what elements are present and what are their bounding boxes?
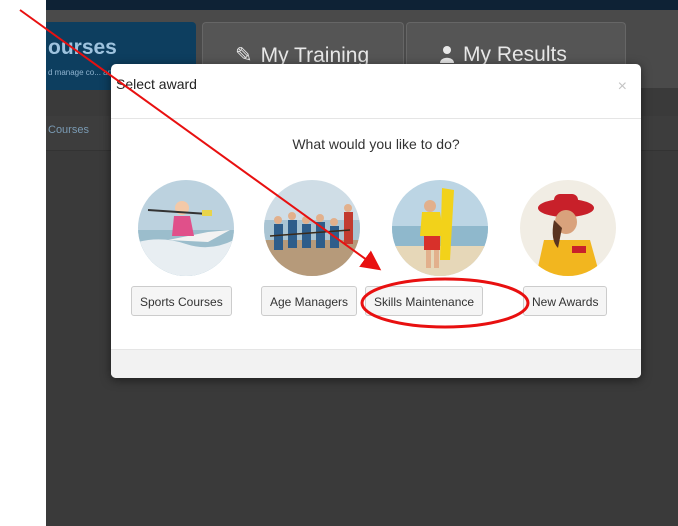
lifeguard-in-hat-photo xyxy=(520,180,616,276)
modal-header: Select award × xyxy=(111,64,641,119)
new-awards-button[interactable]: New Awards xyxy=(523,286,608,316)
option-skills-maintenance xyxy=(385,180,495,276)
modal-question: What would you like to do? xyxy=(292,136,460,152)
age-managers-button[interactable]: Age Managers xyxy=(261,286,358,316)
modal-title: Select award xyxy=(116,76,197,92)
option-sports-courses xyxy=(131,180,241,276)
top-bar xyxy=(46,0,678,10)
breadcrumb[interactable]: Courses xyxy=(48,124,89,136)
modal-footer xyxy=(111,349,641,378)
tab-courses-label: ourses xyxy=(48,36,117,59)
option-age-managers xyxy=(257,180,367,276)
kayaker-photo xyxy=(138,180,234,276)
lifesaver-with-board-photo xyxy=(392,180,488,276)
select-award-modal: Select award × What would you like to do… xyxy=(111,64,641,378)
skills-maintenance-button[interactable]: Skills Maintenance xyxy=(365,286,484,316)
option-new-awards xyxy=(513,180,623,276)
sports-courses-button[interactable]: Sports Courses xyxy=(131,286,232,316)
tab-my-results-label: My Results xyxy=(463,43,567,66)
group-tug-of-war-photo xyxy=(264,180,360,276)
tab-my-training[interactable]: ✎ My Training xyxy=(202,22,404,67)
tab-my-results[interactable]: My Results xyxy=(406,22,626,66)
close-icon[interactable]: × xyxy=(618,78,627,96)
